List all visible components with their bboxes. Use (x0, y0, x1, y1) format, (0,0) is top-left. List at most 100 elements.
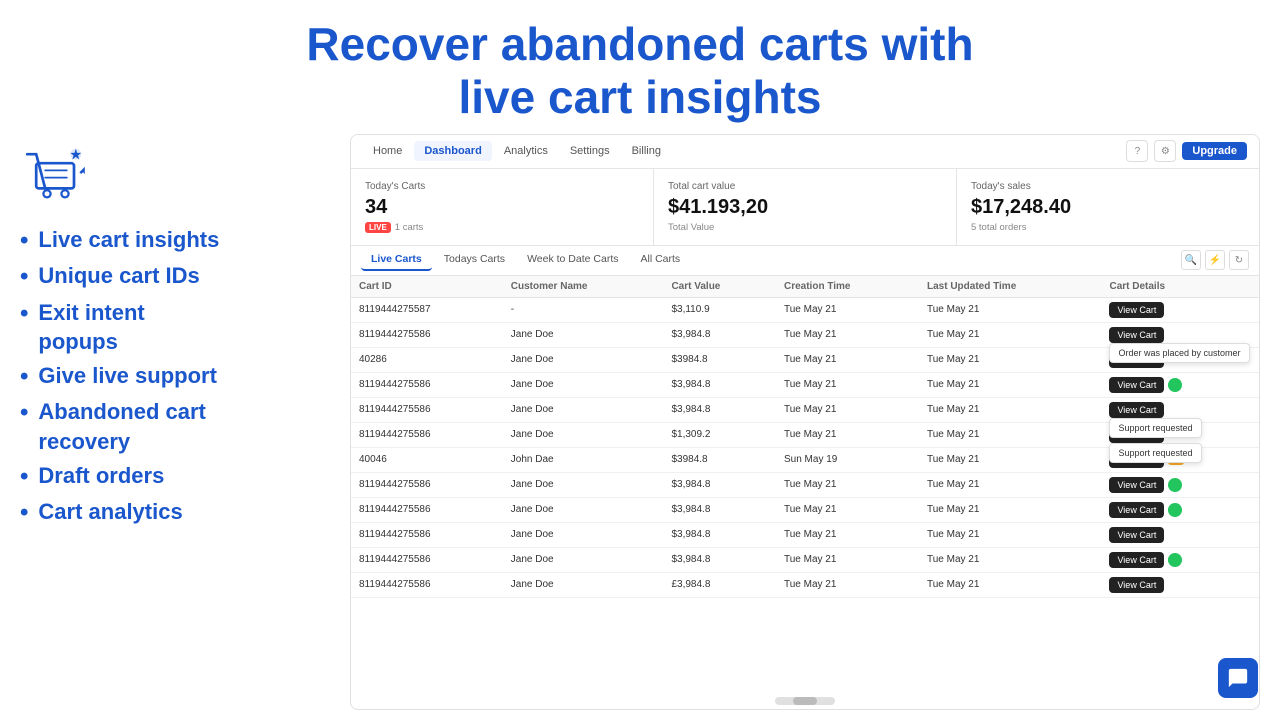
cell-4: Tue May 21 (919, 572, 1101, 597)
view-cart-button[interactable]: View Cart (1109, 377, 1164, 393)
cell-3: Tue May 21 (776, 397, 919, 422)
stat-label-value: Total cart value (668, 181, 942, 192)
cell-4: Tue May 21 (919, 447, 1101, 472)
view-cart-button[interactable]: View Cart (1109, 527, 1164, 543)
cell-0: 8119444275586 (351, 472, 503, 497)
nav-billing[interactable]: Billing (622, 141, 671, 161)
action-wrapper: View Cart (1109, 502, 1251, 518)
cell-2: $3,984.8 (663, 372, 776, 397)
action-cell: View Cart (1101, 472, 1259, 497)
cell-2: $1,309.2 (663, 422, 776, 447)
view-cart-button[interactable]: View Cart (1109, 552, 1164, 568)
cell-2: $3,984.8 (663, 522, 776, 547)
view-cart-button[interactable]: View Cart (1109, 577, 1164, 593)
cell-1: John Dae (503, 447, 664, 472)
nav-analytics[interactable]: Analytics (494, 141, 558, 161)
col-cart-value: Cart Value (663, 276, 776, 298)
list-item: Abandoned cartrecovery (20, 397, 330, 456)
list-item: Give live support (20, 361, 330, 393)
cell-4: Tue May 21 (919, 347, 1101, 372)
cell-1: Jane Doe (503, 472, 664, 497)
action-cell: View Cart (1101, 522, 1259, 547)
table-header-row: Cart ID Customer Name Cart Value Creatio… (351, 276, 1259, 298)
cell-1: Jane Doe (503, 497, 664, 522)
cell-2: $3984.8 (663, 447, 776, 472)
cell-4: Tue May 21 (919, 297, 1101, 322)
nav-dashboard[interactable]: Dashboard (414, 141, 491, 161)
left-panel: Live cart insights Unique cart IDs Exit … (20, 134, 330, 710)
settings-icon[interactable]: ⚙ (1154, 140, 1176, 162)
cell-0: 8119444275586 (351, 497, 503, 522)
action-cell: View Cart (1101, 372, 1259, 397)
table-scroll[interactable]: Cart ID Customer Name Cart Value Creatio… (351, 276, 1259, 693)
tab-live-carts[interactable]: Live Carts (361, 249, 432, 271)
action-cell: View CartOrder was placed by customer (1101, 322, 1259, 347)
scroll-indicator (351, 693, 1259, 709)
cell-3: Tue May 21 (776, 322, 919, 347)
cell-0: 8119444275586 (351, 422, 503, 447)
tooltip: Order was placed by customer (1109, 343, 1249, 363)
cell-2: $3,984.8 (663, 497, 776, 522)
cell-1: Jane Doe (503, 522, 664, 547)
cell-1: Jane Doe (503, 322, 664, 347)
stat-sub-sales: 5 total orders (971, 222, 1245, 233)
view-cart-button[interactable]: View Cart (1109, 477, 1164, 493)
stat-value-carts: 34 (365, 196, 639, 219)
carts-table: Cart ID Customer Name Cart Value Creatio… (351, 276, 1259, 598)
cell-1: Jane Doe (503, 397, 664, 422)
tab-all-carts[interactable]: All Carts (631, 249, 691, 271)
nav-home[interactable]: Home (363, 141, 412, 161)
tab-todays-carts[interactable]: Todays Carts (434, 249, 515, 271)
action-wrapper: View Cart (1109, 527, 1251, 543)
list-item: Unique cart IDs (20, 261, 330, 293)
cell-3: Sun May 19 (776, 447, 919, 472)
cell-0: 8119444275586 (351, 547, 503, 572)
upgrade-button[interactable]: Upgrade (1182, 142, 1247, 160)
action-wrapper: View Cart (1109, 577, 1251, 593)
list-item: Live cart insights (20, 225, 330, 257)
cell-1: Jane Doe (503, 372, 664, 397)
help-icon[interactable]: ? (1126, 140, 1148, 162)
table-actions: 🔍 ⚡ ↻ (1181, 250, 1249, 270)
action-cell: View CartSupport requested (1101, 397, 1259, 422)
view-cart-button[interactable]: View Cart (1109, 402, 1164, 418)
table-row: 8119444275586Jane Doe$3,984.8Tue May 21T… (351, 472, 1259, 497)
list-item: Cart analytics (20, 497, 330, 529)
cell-4: Tue May 21 (919, 397, 1101, 422)
dashboard-nav: Home Dashboard Analytics Settings Billin… (351, 135, 1259, 169)
cell-4: Tue May 21 (919, 547, 1101, 572)
cell-3: Tue May 21 (776, 422, 919, 447)
stat-sub-carts: LIVE 1 carts (365, 222, 639, 233)
view-cart-button[interactable]: View Cart (1109, 327, 1164, 343)
green-dot-icon (1168, 503, 1182, 517)
nav-settings[interactable]: Settings (560, 141, 620, 161)
scroll-thumb[interactable] (793, 697, 817, 705)
cell-3: Tue May 21 (776, 522, 919, 547)
col-updated-time: Last Updated Time (919, 276, 1101, 298)
nav-right: ? ⚙ Upgrade (1126, 140, 1247, 162)
cart-icon (20, 138, 330, 215)
table-row: 8119444275586Jane Doe$3,984.8Tue May 21T… (351, 522, 1259, 547)
cell-1: Jane Doe (503, 422, 664, 447)
dashboard-panel: Home Dashboard Analytics Settings Billin… (350, 134, 1260, 710)
refresh-icon[interactable]: ↻ (1229, 250, 1249, 270)
chat-bubble[interactable] (1218, 658, 1258, 698)
filter-icon[interactable]: ⚡ (1205, 250, 1225, 270)
list-item: Exit intentpopups (20, 298, 330, 357)
col-customer-name: Customer Name (503, 276, 664, 298)
cell-1: - (503, 297, 664, 322)
cell-3: Tue May 21 (776, 297, 919, 322)
view-cart-button[interactable]: View Cart (1109, 302, 1164, 318)
action-cell: View Cart (1101, 297, 1259, 322)
search-icon[interactable]: 🔍 (1181, 250, 1201, 270)
table-tabs: Live Carts Todays Carts Week to Date Car… (351, 246, 1259, 276)
cell-0: 40286 (351, 347, 503, 372)
cell-0: 8119444275586 (351, 572, 503, 597)
cell-1: Jane Doe (503, 347, 664, 372)
col-creation-time: Creation Time (776, 276, 919, 298)
green-dot-icon (1168, 553, 1182, 567)
view-cart-button[interactable]: View Cart (1109, 502, 1164, 518)
tab-week-carts[interactable]: Week to Date Carts (517, 249, 628, 271)
stat-cart-value: Total cart value $41.193,20 Total Value (654, 169, 957, 245)
cell-2: $3,984.8 (663, 397, 776, 422)
